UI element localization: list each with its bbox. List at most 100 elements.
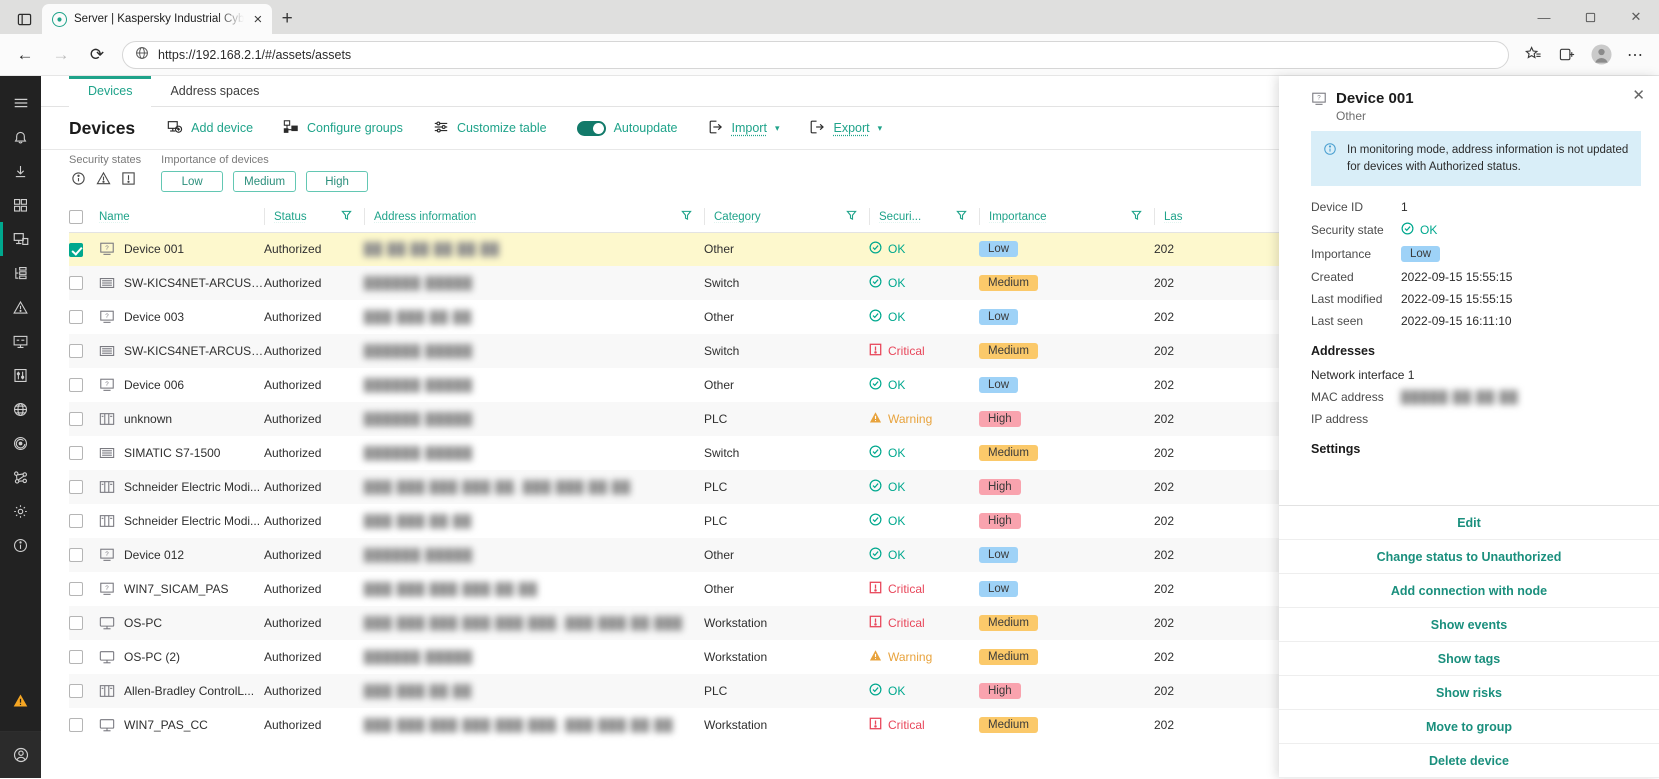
funnel-icon[interactable] bbox=[681, 210, 692, 224]
warning-triangle-icon[interactable] bbox=[96, 171, 111, 186]
row-checkbox[interactable] bbox=[69, 514, 83, 528]
close-icon[interactable]: ✕ bbox=[1632, 88, 1645, 103]
row-checkbox-cell[interactable] bbox=[69, 470, 99, 504]
funnel-icon[interactable] bbox=[1131, 210, 1142, 224]
target-icon[interactable] bbox=[0, 426, 41, 460]
row-checkbox[interactable] bbox=[69, 243, 83, 257]
configure-groups-button[interactable]: Configure groups bbox=[283, 119, 403, 138]
tab-list-button[interactable] bbox=[6, 4, 42, 34]
maximize-button[interactable] bbox=[1567, 0, 1613, 34]
row-checkbox[interactable] bbox=[69, 684, 83, 698]
panel-action-show-risks[interactable]: Show risks bbox=[1279, 676, 1659, 710]
close-window-button[interactable]: ✕ bbox=[1613, 0, 1659, 34]
row-checkbox-cell[interactable] bbox=[69, 606, 99, 640]
tree-list-icon[interactable] bbox=[0, 256, 41, 290]
browser-tab[interactable]: Server | Kaspersky Industrial Cyb × bbox=[42, 4, 272, 34]
chip-medium[interactable]: Medium bbox=[233, 171, 296, 192]
alert-triangle-icon[interactable] bbox=[0, 290, 41, 324]
row-checkbox[interactable] bbox=[69, 276, 83, 290]
column-name[interactable]: Name bbox=[99, 202, 264, 232]
collections-icon[interactable] bbox=[1551, 39, 1583, 71]
select-all-checkbox[interactable] bbox=[69, 210, 83, 224]
minimize-button[interactable]: — bbox=[1521, 0, 1567, 34]
row-checkbox-cell[interactable] bbox=[69, 436, 99, 470]
critical-square-icon[interactable] bbox=[121, 171, 136, 186]
info-circle-icon[interactable] bbox=[71, 171, 86, 186]
column-address-information[interactable]: Address information bbox=[364, 202, 704, 232]
row-checkbox[interactable] bbox=[69, 344, 83, 358]
row-checkbox-cell[interactable] bbox=[69, 504, 99, 538]
row-checkbox[interactable] bbox=[69, 650, 83, 664]
export-button[interactable]: Export ▾ bbox=[809, 119, 882, 138]
autoupdate-toggle[interactable]: Autoupdate bbox=[577, 121, 678, 136]
funnel-icon[interactable] bbox=[341, 210, 352, 224]
row-checkbox-cell[interactable] bbox=[69, 674, 99, 708]
row-checkbox[interactable] bbox=[69, 718, 83, 732]
panel-action-change-status-to-unauthorized[interactable]: Change status to Unauthorized bbox=[1279, 540, 1659, 574]
row-checkbox[interactable] bbox=[69, 378, 83, 392]
back-icon[interactable]: ← bbox=[8, 38, 42, 72]
browser-more-icon[interactable]: ⋯ bbox=[1619, 39, 1651, 71]
monitor-icon[interactable] bbox=[0, 324, 41, 358]
row-checkbox[interactable] bbox=[69, 412, 83, 426]
funnel-icon[interactable] bbox=[956, 210, 967, 224]
row-checkbox-cell[interactable] bbox=[69, 232, 99, 266]
tab-address-spaces[interactable]: Address spaces bbox=[151, 76, 278, 106]
favorites-icon[interactable] bbox=[1517, 39, 1549, 71]
row-checkbox-cell[interactable] bbox=[69, 402, 99, 436]
row-checkbox[interactable] bbox=[69, 480, 83, 494]
panel-action-edit[interactable]: Edit bbox=[1279, 506, 1659, 540]
tab-devices[interactable]: Devices bbox=[69, 76, 151, 106]
row-checkbox-cell[interactable] bbox=[69, 538, 99, 572]
hamburger-menu-icon[interactable] bbox=[0, 86, 41, 120]
column-importance[interactable]: Importance bbox=[979, 202, 1154, 232]
new-tab-button[interactable]: + bbox=[272, 4, 302, 34]
bell-icon[interactable] bbox=[0, 120, 41, 154]
row-checkbox-cell[interactable] bbox=[69, 708, 99, 742]
close-tab-icon[interactable]: × bbox=[251, 12, 264, 27]
sidebar-item-assets[interactable] bbox=[0, 222, 41, 256]
row-checkbox-cell[interactable] bbox=[69, 266, 99, 300]
reload-icon[interactable]: ⟳ bbox=[80, 38, 114, 72]
chip-low[interactable]: Low bbox=[161, 171, 223, 192]
row-checkbox[interactable] bbox=[69, 582, 83, 596]
gear-icon[interactable] bbox=[0, 494, 41, 528]
add-device-button[interactable]: Add device bbox=[167, 119, 253, 138]
toggle-switch[interactable] bbox=[577, 121, 606, 136]
row-checkbox-cell[interactable] bbox=[69, 640, 99, 674]
panel-action-move-to-group[interactable]: Move to group bbox=[1279, 710, 1659, 744]
panel-action-add-connection-with-node[interactable]: Add connection with node bbox=[1279, 574, 1659, 608]
warning-triangle-icon[interactable] bbox=[0, 683, 41, 717]
row-checkbox-cell[interactable] bbox=[69, 300, 99, 334]
column-status[interactable]: Status bbox=[264, 202, 364, 232]
profile-avatar[interactable] bbox=[1585, 39, 1617, 71]
nodes-icon[interactable] bbox=[0, 460, 41, 494]
import-button[interactable]: Import ▾ bbox=[708, 119, 780, 138]
row-checkbox-cell[interactable] bbox=[69, 572, 99, 606]
customize-table-button[interactable]: Customize table bbox=[433, 119, 547, 138]
column-category[interactable]: Category bbox=[704, 202, 869, 232]
panel-action-delete-device[interactable]: Delete device bbox=[1279, 744, 1659, 778]
panel-action-show-tags[interactable]: Show tags bbox=[1279, 642, 1659, 676]
user-circle-icon[interactable] bbox=[0, 732, 41, 778]
chip-high[interactable]: High bbox=[306, 171, 368, 192]
forward-icon[interactable]: → bbox=[44, 38, 78, 72]
device-name: Allen-Bradley ControlL... bbox=[124, 684, 254, 698]
funnel-icon[interactable] bbox=[846, 210, 857, 224]
row-checkbox[interactable] bbox=[69, 616, 83, 630]
row-checkbox-cell[interactable] bbox=[69, 368, 99, 402]
panel-action-show-events[interactable]: Show events bbox=[1279, 608, 1659, 642]
cell-security-state: Warning bbox=[869, 640, 979, 674]
globe-icon[interactable] bbox=[0, 392, 41, 426]
row-checkbox[interactable] bbox=[69, 310, 83, 324]
address-bar[interactable]: https://192.168.2.1/#/assets/assets bbox=[122, 41, 1509, 69]
download-icon[interactable] bbox=[0, 154, 41, 188]
row-checkbox[interactable] bbox=[69, 548, 83, 562]
column-security-state[interactable]: Securi... bbox=[869, 202, 979, 232]
sliders-icon[interactable] bbox=[0, 358, 41, 392]
row-checkbox-cell[interactable] bbox=[69, 334, 99, 368]
address-value: ██████ █████ bbox=[364, 378, 473, 392]
row-checkbox[interactable] bbox=[69, 446, 83, 460]
info-circle-icon[interactable] bbox=[0, 528, 41, 562]
dashboard-grid-icon[interactable] bbox=[0, 188, 41, 222]
